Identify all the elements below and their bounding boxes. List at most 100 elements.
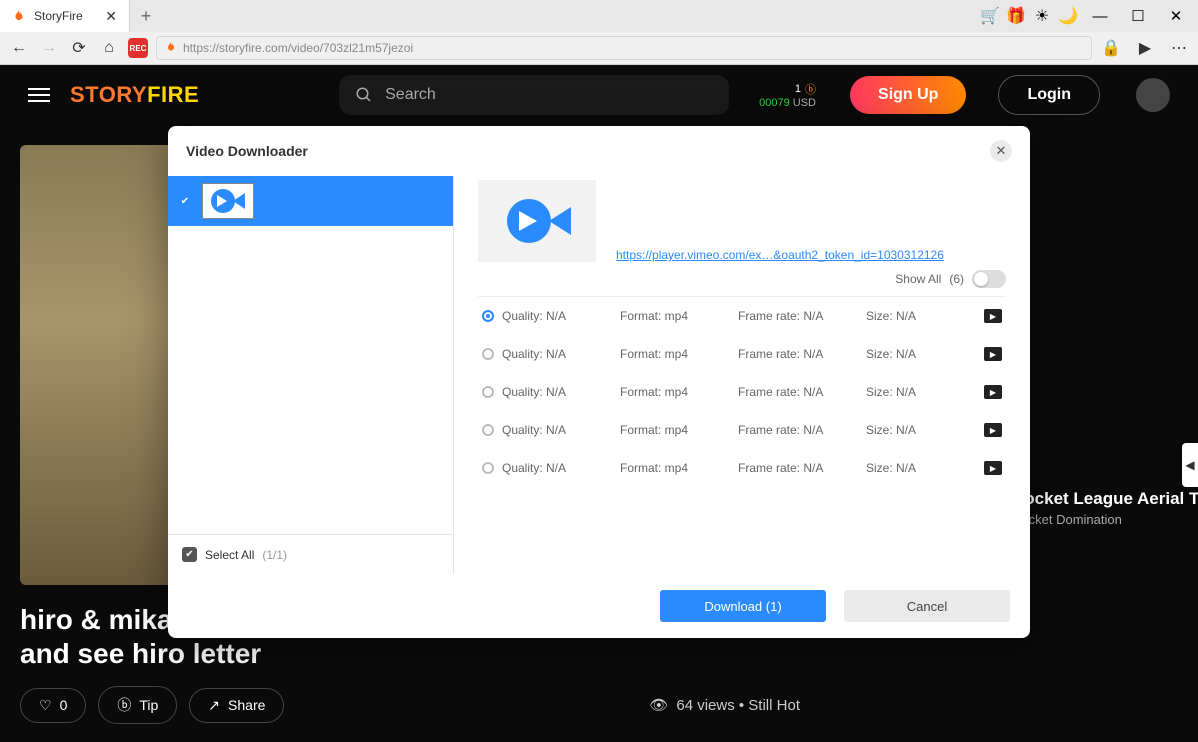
download-button[interactable]: Download (1) xyxy=(660,590,826,622)
stat-usd: USD xyxy=(793,97,816,109)
back-button[interactable]: ← xyxy=(8,37,30,59)
quality-row[interactable]: Quality: N/AFormat: mp4Frame rate: N/ASi… xyxy=(478,297,1006,335)
avatar[interactable] xyxy=(1136,78,1170,112)
close-button[interactable]: ✕ xyxy=(1162,2,1190,30)
source-thumb xyxy=(202,183,254,219)
cart-icon[interactable]: 🛒 xyxy=(982,8,998,24)
coin-icon: ⓑ xyxy=(117,695,131,715)
flame-icon xyxy=(165,41,177,56)
quality-row[interactable]: Quality: N/AFormat: mp4Frame rate: N/ASi… xyxy=(478,449,1006,487)
format-cell: Format: mp4 xyxy=(620,423,730,437)
quality-cell: Quality: N/A xyxy=(502,423,612,437)
views-info: 👁 64 views • Still Hot xyxy=(649,696,800,714)
gift-icon[interactable]: 🎁 xyxy=(1008,8,1024,24)
check-icon: ✔ xyxy=(178,194,192,208)
radio-icon[interactable] xyxy=(482,348,494,360)
cancel-button[interactable]: Cancel xyxy=(844,590,1010,622)
url-text: https://storyfire.com/video/703zl21m57je… xyxy=(183,41,413,55)
source-list: ✔ ✔ Select All (1/1) xyxy=(168,176,454,574)
size-cell: Size: N/A xyxy=(866,347,946,361)
radio-icon[interactable] xyxy=(482,386,494,398)
url-bar: ← → ⟳ ⌂ REC https://storyfire.com/video/… xyxy=(0,32,1198,64)
quality-cell: Quality: N/A xyxy=(502,385,612,399)
video-icon[interactable]: ▶ xyxy=(1134,37,1156,59)
search-input[interactable]: Search xyxy=(339,75,729,115)
detail-url[interactable]: https://player.vimeo.com/ex…&oauth2_toke… xyxy=(616,248,944,262)
heart-icon: ♡ xyxy=(39,697,52,714)
menu-icon[interactable]: ⋯ xyxy=(1168,37,1190,59)
logo-fire: FIRE xyxy=(147,82,199,107)
select-all-label: Select All xyxy=(205,548,254,562)
radio-icon[interactable] xyxy=(482,310,494,322)
play-icon[interactable]: ▶ xyxy=(984,347,1002,361)
framerate-cell: Frame rate: N/A xyxy=(738,423,858,437)
signup-button[interactable]: Sign Up xyxy=(850,76,966,114)
play-icon[interactable]: ▶ xyxy=(984,309,1002,323)
currency-stats[interactable]: 1 ⓑ 00079 USD xyxy=(759,81,816,109)
lock-icon[interactable]: 🔒 xyxy=(1100,37,1122,59)
detail-thumb xyxy=(478,180,596,262)
modal-title: Video Downloader xyxy=(186,143,308,159)
quality-cell: Quality: N/A xyxy=(502,461,612,475)
reload-button[interactable]: ⟳ xyxy=(68,37,90,59)
tip-label: Tip xyxy=(139,697,158,713)
share-button[interactable]: ↗ Share xyxy=(189,688,284,723)
select-all-count: (1/1) xyxy=(262,548,287,562)
browser-chrome: StoryFire ✕ + 🛒 🎁 ☀ 🌙 — ☐ ✕ ← → ⟳ ⌂ REC … xyxy=(0,0,1198,65)
site-logo[interactable]: STORYFIRE xyxy=(70,82,199,108)
format-cell: Format: mp4 xyxy=(620,347,730,361)
stat-wood: 00079 xyxy=(759,97,790,109)
login-button[interactable]: Login xyxy=(998,75,1100,115)
show-all-toggle[interactable] xyxy=(972,270,1006,288)
quality-cell: Quality: N/A xyxy=(502,309,612,323)
record-button[interactable]: REC xyxy=(128,38,148,58)
select-all-row[interactable]: ✔ Select All (1/1) xyxy=(168,534,453,574)
play-icon[interactable]: ▶ xyxy=(984,385,1002,399)
format-cell: Format: mp4 xyxy=(620,385,730,399)
new-tab-button[interactable]: + xyxy=(130,0,162,32)
views-label: 64 views • Still Hot xyxy=(676,697,800,714)
forward-button[interactable]: → xyxy=(38,37,60,59)
quality-row[interactable]: Quality: N/A Format: mp4 Frame rate: N/A Si… xyxy=(478,373,1006,411)
close-icon[interactable]: ✕ xyxy=(105,8,117,25)
checkbox-icon[interactable]: ✔ xyxy=(182,547,197,562)
coin-icon: ⓑ xyxy=(805,81,816,97)
modal-close-button[interactable]: ✕ xyxy=(990,140,1012,162)
like-count: 0 xyxy=(60,697,68,713)
sun-icon[interactable]: ☀ xyxy=(1034,8,1050,24)
size-cell: Size: N/A xyxy=(866,423,946,437)
radio-icon[interactable] xyxy=(482,424,494,436)
framerate-cell: Frame rate: N/A xyxy=(738,347,858,361)
framerate-cell: Frame rate: N/A xyxy=(738,309,858,323)
tab-bar: StoryFire ✕ + 🛒 🎁 ☀ 🌙 — ☐ ✕ xyxy=(0,0,1198,32)
video-downloader-modal: Video Downloader ✕ ✔ ✔ Select All (1/1) xyxy=(168,126,1030,638)
size-cell: Size: N/A xyxy=(866,461,946,475)
related-author: Rocket Domination xyxy=(1012,512,1198,527)
format-cell: Format: mp4 xyxy=(620,461,730,475)
home-button[interactable]: ⌂ xyxy=(98,37,120,59)
search-icon xyxy=(355,86,373,104)
size-cell: Size: N/A xyxy=(866,385,946,399)
minimize-button[interactable]: — xyxy=(1086,2,1114,30)
quality-row[interactable]: Quality: N/AFormat: mp4Frame rate: N/ASi… xyxy=(478,335,1006,373)
source-item[interactable]: ✔ xyxy=(168,176,453,226)
hamburger-menu[interactable] xyxy=(28,88,50,102)
play-icon[interactable]: ▶ xyxy=(984,461,1002,475)
tip-button[interactable]: ⓑ Tip xyxy=(98,686,177,724)
stat-top: 1 xyxy=(795,83,801,95)
related-title: Rocket League Aerial T… xyxy=(1012,489,1198,509)
moon-icon[interactable]: 🌙 xyxy=(1060,8,1076,24)
maximize-button[interactable]: ☐ xyxy=(1124,2,1152,30)
radio-icon[interactable] xyxy=(482,462,494,474)
framerate-cell: Frame rate: N/A xyxy=(738,385,858,399)
play-icon[interactable]: ▶ xyxy=(984,423,1002,437)
quality-row[interactable]: Quality: N/A Format: mp4 Frame rate: N/A Si… xyxy=(478,411,1006,449)
share-icon: ↗ xyxy=(208,697,220,714)
search-placeholder: Search xyxy=(385,86,436,104)
flame-icon xyxy=(12,9,26,23)
size-cell: Size: N/A xyxy=(866,309,946,323)
like-button[interactable]: ♡ 0 xyxy=(20,688,86,723)
url-input[interactable]: https://storyfire.com/video/703zl21m57je… xyxy=(156,36,1092,60)
side-tab-handle[interactable]: ◀ xyxy=(1182,443,1198,487)
browser-tab[interactable]: StoryFire ✕ xyxy=(0,0,130,32)
